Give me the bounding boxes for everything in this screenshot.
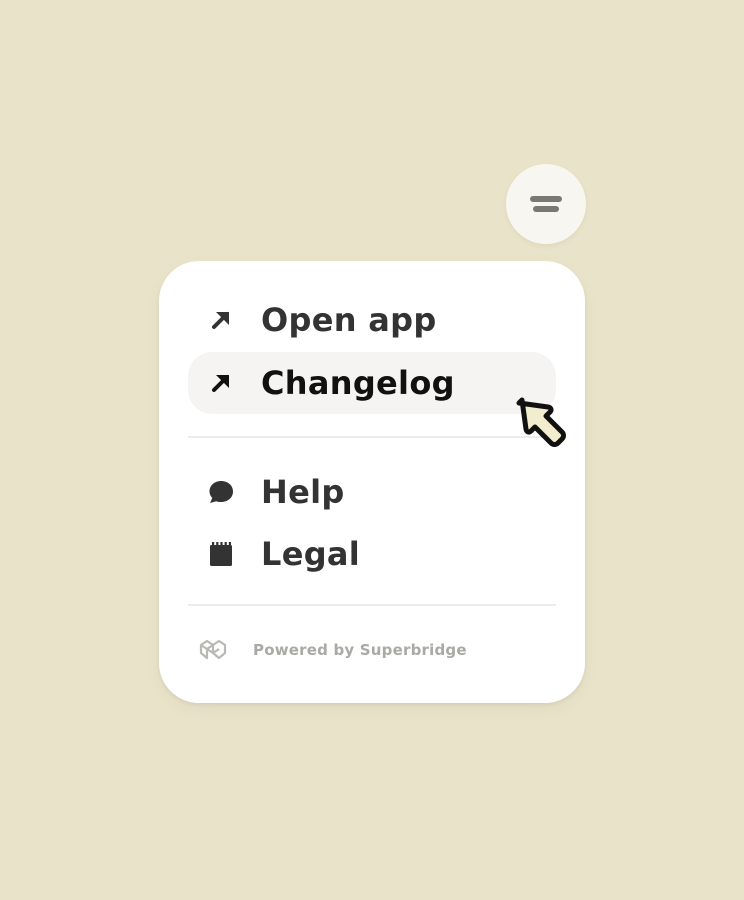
notepad-icon xyxy=(188,541,254,567)
menu-item-label: Open app xyxy=(261,301,437,339)
menu-icon-bar xyxy=(533,206,559,212)
menu-item-changelog[interactable]: Changelog xyxy=(188,352,556,414)
menu-icon xyxy=(530,196,562,202)
menu-item-legal[interactable]: Legal xyxy=(188,523,556,585)
footer-divider xyxy=(188,604,556,606)
superbridge-logo-icon xyxy=(188,638,238,662)
arrow-up-right-icon xyxy=(188,307,254,333)
menu-item-open-app[interactable]: Open app xyxy=(188,289,556,351)
menu-toggle-button[interactable] xyxy=(506,164,586,244)
menu-item-help[interactable]: Help xyxy=(188,461,556,523)
dropdown-menu: Open app Changelog Help Legal Powered by… xyxy=(159,261,585,703)
menu-item-label: Help xyxy=(261,473,345,511)
menu-item-label: Changelog xyxy=(261,364,455,402)
menu-item-label: Legal xyxy=(261,535,361,573)
menu-footer: Powered by Superbridge xyxy=(188,630,556,670)
arrow-up-right-icon xyxy=(188,370,254,396)
menu-divider xyxy=(188,436,556,438)
chat-bubble-icon xyxy=(188,479,254,505)
powered-by-text: Powered by Superbridge xyxy=(253,641,467,659)
